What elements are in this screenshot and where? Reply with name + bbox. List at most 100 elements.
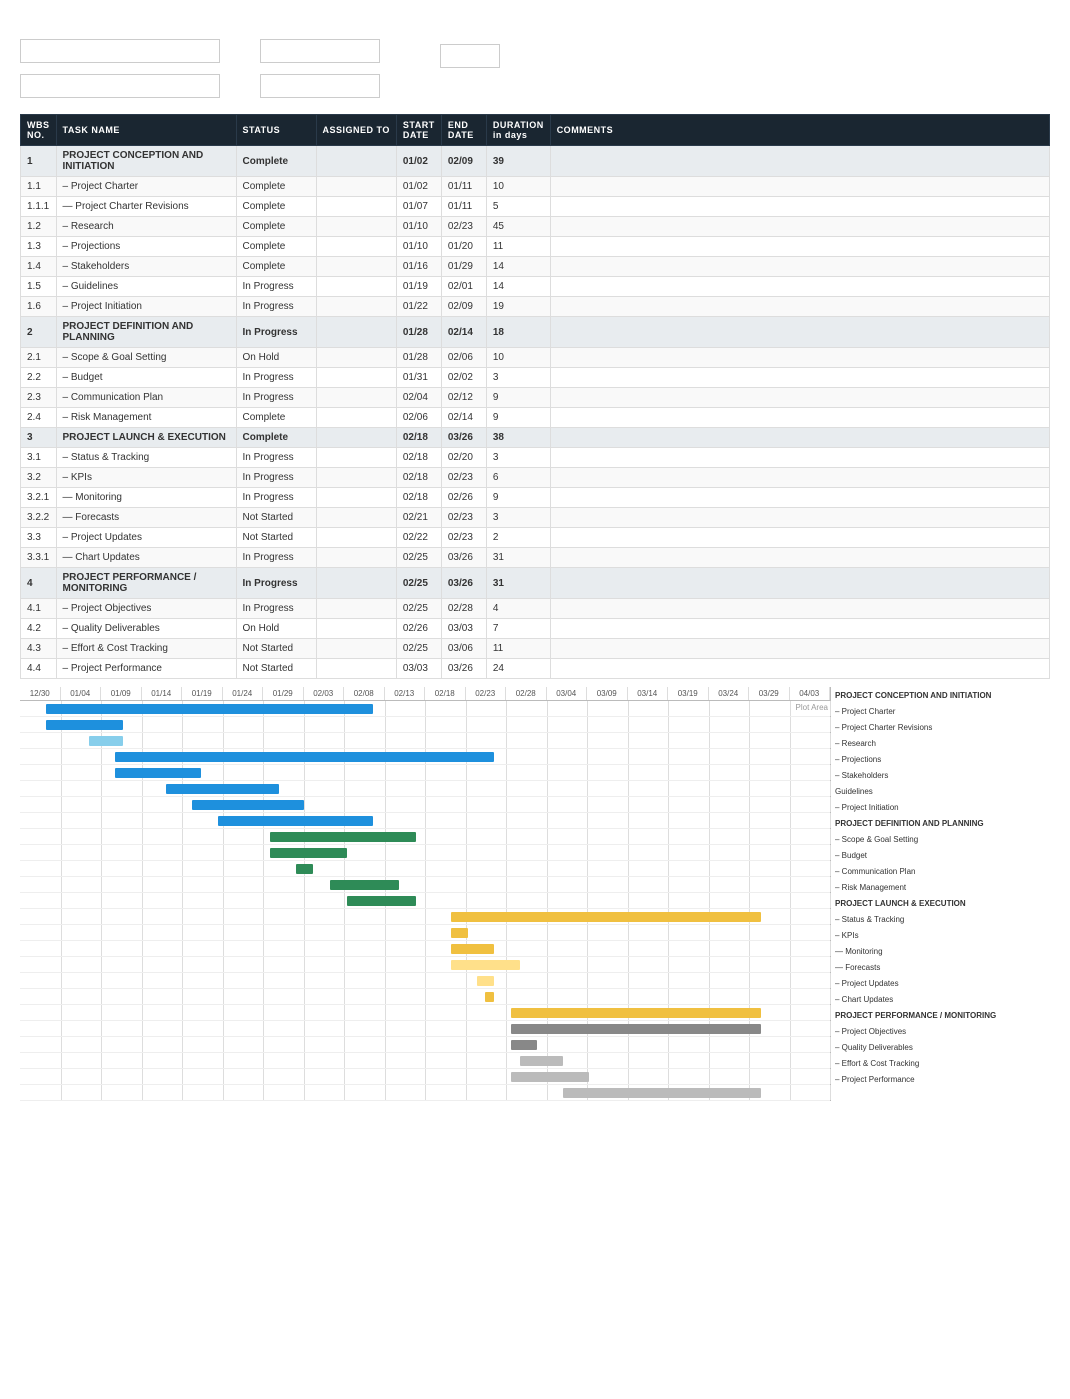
- cell-duration: 3: [486, 508, 550, 528]
- gantt-col-line: [61, 893, 62, 908]
- cell-comments: [550, 297, 1049, 317]
- gantt-col-line: [749, 829, 750, 844]
- cell-status: Not Started: [236, 508, 316, 528]
- gantt-col-line: [385, 861, 386, 876]
- gantt-col-line: [263, 1037, 264, 1052]
- cell-comments: [550, 548, 1049, 568]
- table-row: 1.1.1— Project Charter RevisionsComplete…: [21, 197, 1050, 217]
- table-row: 4.4– Project PerformanceNot Started03/03…: [21, 659, 1050, 679]
- cell-start: 02/26: [396, 619, 441, 639]
- start-date-input[interactable]: [260, 39, 380, 63]
- gantt-col-line: [425, 909, 426, 924]
- gantt-col-line: [304, 925, 305, 940]
- gantt-right-label: – Project Charter: [835, 703, 1050, 719]
- gantt-col-line: [506, 1069, 507, 1084]
- gantt-col-line: [547, 861, 548, 876]
- cell-end: 02/23: [441, 528, 486, 548]
- gantt-col-line: [223, 877, 224, 892]
- cell-status: Complete: [236, 146, 316, 177]
- cell-assigned: [316, 659, 396, 679]
- gantt-col-line: [142, 1037, 143, 1052]
- gantt-col-line: [425, 1069, 426, 1084]
- table-row: 3PROJECT LAUNCH & EXECUTIONComplete02/18…: [21, 428, 1050, 448]
- gantt-col-line: [466, 765, 467, 780]
- gantt-col-line: [101, 1021, 102, 1036]
- gantt-col-line: [425, 813, 426, 828]
- gantt-col-line: [668, 701, 669, 716]
- cell-wbs: 2.3: [21, 388, 57, 408]
- gantt-date-cell: 01/24: [223, 687, 264, 700]
- gantt-col-line: [506, 813, 507, 828]
- cell-assigned: [316, 568, 396, 599]
- gantt-right-label: – Project Performance: [835, 1071, 1050, 1087]
- gantt-bar: [485, 992, 494, 1002]
- gantt-col-line: [182, 861, 183, 876]
- gantt-row: [20, 845, 830, 861]
- gantt-col-line: [668, 749, 669, 764]
- cell-start: 01/02: [396, 177, 441, 197]
- gantt-col-line: [223, 1053, 224, 1068]
- cell-task: – Research: [56, 217, 236, 237]
- cell-assigned: [316, 619, 396, 639]
- gantt-row: [20, 701, 830, 717]
- gantt-col-line: [547, 1085, 548, 1100]
- gantt-bar: [520, 1056, 563, 1066]
- cell-task: PROJECT CONCEPTION AND INITIATION: [56, 146, 236, 177]
- gantt-col-line: [668, 925, 669, 940]
- gantt-row: [20, 861, 830, 877]
- gantt-col-line: [506, 717, 507, 732]
- cell-status: Not Started: [236, 639, 316, 659]
- gantt-col-line: [709, 797, 710, 812]
- gantt-col-line: [304, 733, 305, 748]
- gantt-col-line: [628, 829, 629, 844]
- gantt-col-line: [506, 701, 507, 716]
- gantt-col-line: [223, 829, 224, 844]
- gantt-col-line: [101, 957, 102, 972]
- gantt-col-line: [425, 845, 426, 860]
- end-date-input[interactable]: [260, 74, 380, 98]
- gantt-bar: [218, 816, 373, 826]
- gantt-col-line: [263, 733, 264, 748]
- gantt-col-line: [304, 1053, 305, 1068]
- cell-comments: [550, 528, 1049, 548]
- cell-assigned: [316, 639, 396, 659]
- cell-start: 01/28: [396, 348, 441, 368]
- gantt-col-line: [749, 701, 750, 716]
- gantt-col-line: [385, 941, 386, 956]
- gantt-col-line: [749, 717, 750, 732]
- cell-task: — Monitoring: [56, 488, 236, 508]
- gantt-col-line: [466, 893, 467, 908]
- cell-comments: [550, 568, 1049, 599]
- gantt-right-label: – Project Initiation: [835, 799, 1050, 815]
- cell-wbs: 4: [21, 568, 57, 599]
- cell-status: In Progress: [236, 599, 316, 619]
- gantt-date-cell: 04/03: [790, 687, 831, 700]
- gantt-col-line: [142, 989, 143, 1004]
- cell-wbs: 2.2: [21, 368, 57, 388]
- cell-wbs: 1.1: [21, 177, 57, 197]
- cell-assigned: [316, 257, 396, 277]
- project-manager-group: [20, 71, 220, 98]
- gantt-bar: [451, 960, 520, 970]
- gantt-col-line: [466, 1037, 467, 1052]
- table-row: 2PROJECT DEFINITION AND PLANNINGIn Progr…: [21, 317, 1050, 348]
- gantt-col-line: [263, 1021, 264, 1036]
- gantt-col-line: [668, 733, 669, 748]
- gantt-col-line: [101, 861, 102, 876]
- project-manager-input[interactable]: [20, 74, 220, 98]
- project-title-input[interactable]: [20, 39, 220, 63]
- cell-end: 01/11: [441, 177, 486, 197]
- gantt-col-line: [344, 1069, 345, 1084]
- gantt-col-line: [182, 797, 183, 812]
- cell-assigned: [316, 237, 396, 257]
- gantt-col-line: [263, 1085, 264, 1100]
- gantt-bar: [511, 1024, 761, 1034]
- gantt-right-label: — Monitoring: [835, 943, 1050, 959]
- gantt-date-cell: 03/04: [547, 687, 588, 700]
- gantt-col-line: [425, 925, 426, 940]
- gantt-col-line: [547, 941, 548, 956]
- gantt-col-line: [101, 1037, 102, 1052]
- gantt-col-line: [709, 781, 710, 796]
- cell-task: – Communication Plan: [56, 388, 236, 408]
- gantt-col-line: [425, 989, 426, 1004]
